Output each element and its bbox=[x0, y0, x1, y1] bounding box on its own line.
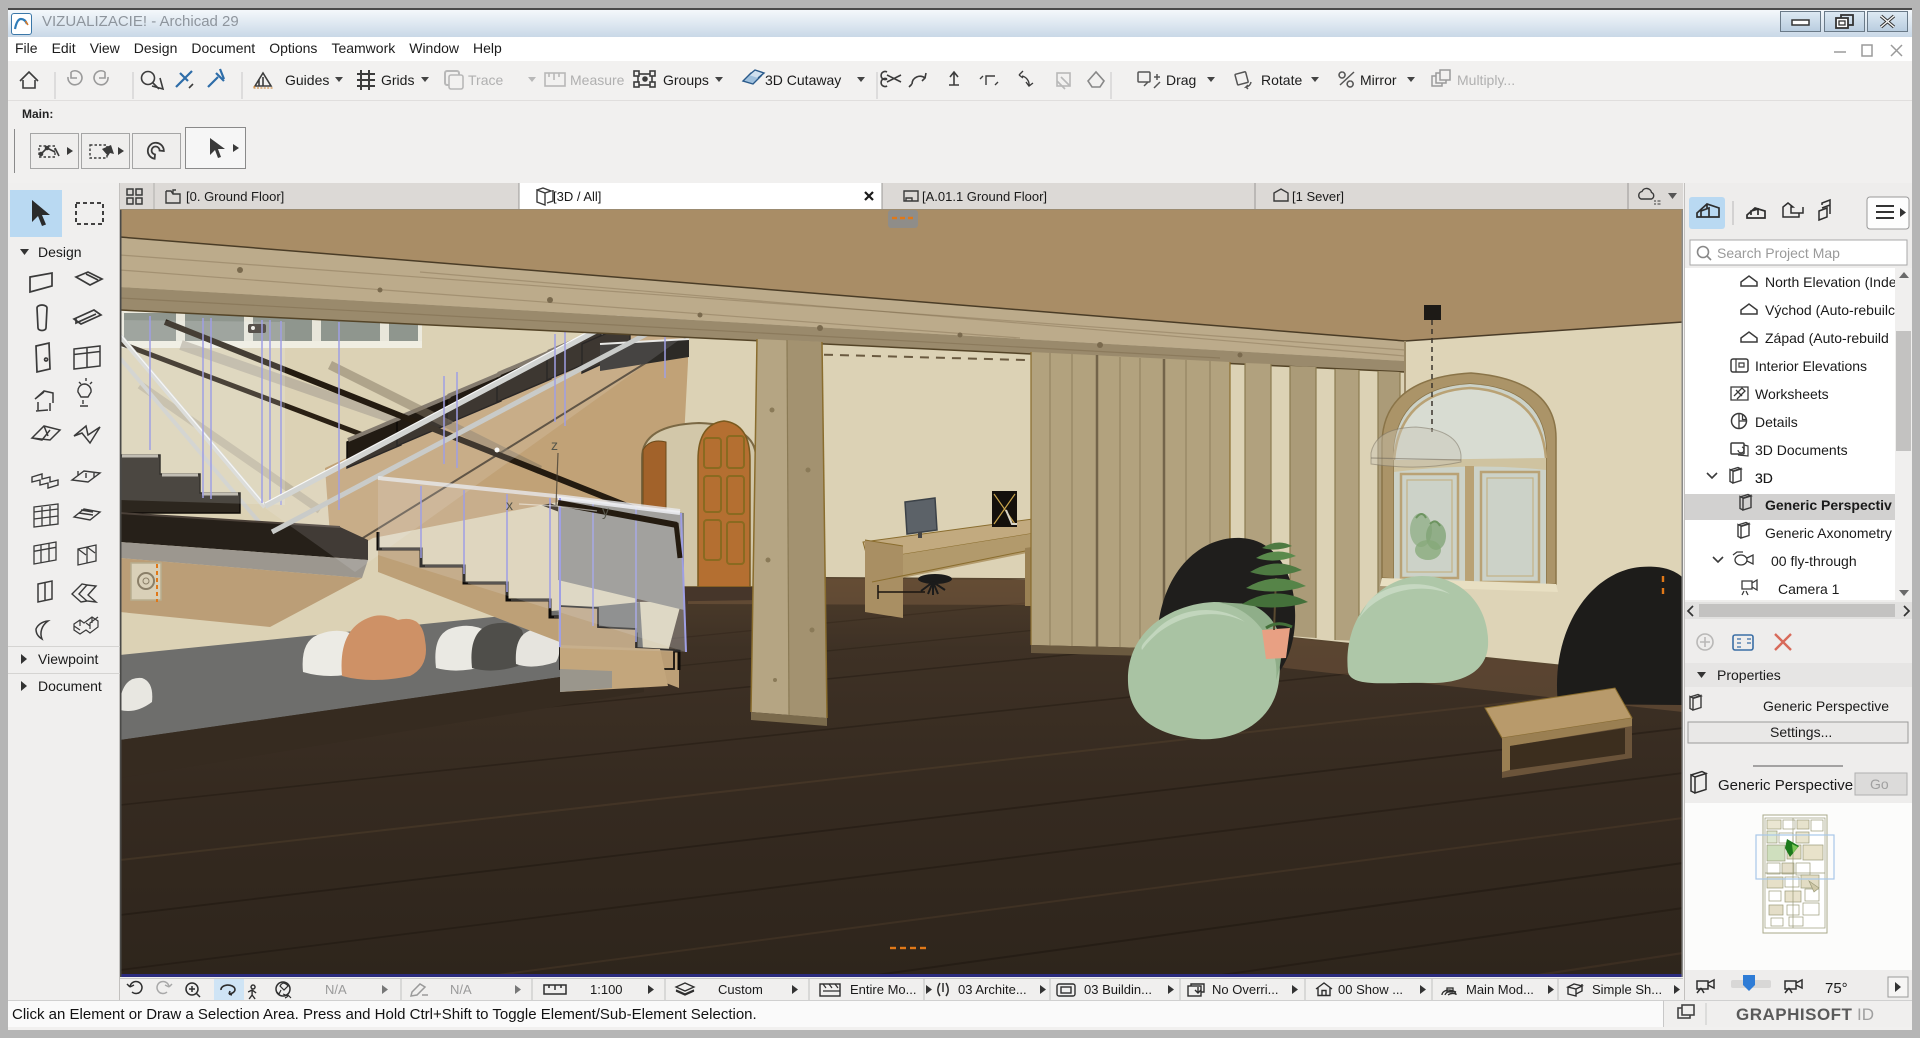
svg-text:Go: Go bbox=[1870, 776, 1889, 792]
svg-text:Generic Axonometry: Generic Axonometry bbox=[1765, 525, 1892, 541]
svg-text:x: x bbox=[506, 497, 513, 513]
svg-text:Document: Document bbox=[38, 678, 102, 694]
svg-text:Search Project Map: Search Project Map bbox=[1717, 245, 1840, 261]
svg-text:Main Mod...: Main Mod... bbox=[1466, 982, 1534, 997]
svg-text:03 Archite...: 03 Archite... bbox=[958, 982, 1027, 997]
svg-text:Interior Elevations: Interior Elevations bbox=[1755, 358, 1867, 374]
svg-text:Drag: Drag bbox=[1166, 72, 1196, 88]
svg-text:Custom: Custom bbox=[718, 982, 763, 997]
svg-text:Design: Design bbox=[38, 244, 82, 260]
svg-text:Viewpoint: Viewpoint bbox=[38, 651, 99, 667]
svg-text:Entire Mo...: Entire Mo... bbox=[850, 982, 916, 997]
svg-text:Západ (Auto-rebuild: Západ (Auto-rebuild bbox=[1765, 330, 1889, 346]
svg-text:00 fly-through: 00 fly-through bbox=[1771, 553, 1857, 569]
svg-text:3D Cutaway: 3D Cutaway bbox=[765, 72, 841, 88]
svg-text:Generic Perspective: Generic Perspective bbox=[1763, 698, 1889, 714]
svg-text:GRAPHISOFT: GRAPHISOFT bbox=[1736, 1005, 1853, 1024]
svg-text:Mirror: Mirror bbox=[1360, 72, 1397, 88]
svg-text:Groups: Groups bbox=[663, 72, 709, 88]
svg-text:Východ (Auto-rebuilc: Východ (Auto-rebuilc bbox=[1765, 302, 1895, 318]
svg-text:Grids: Grids bbox=[381, 72, 414, 88]
svg-text:Measure: Measure bbox=[570, 72, 625, 88]
svg-text:[A.01.1 Ground Floor]: [A.01.1 Ground Floor] bbox=[922, 189, 1047, 204]
svg-text:N/A: N/A bbox=[325, 982, 347, 997]
svg-text:Multiply...: Multiply... bbox=[1457, 72, 1515, 88]
svg-text:03 Buildin...: 03 Buildin... bbox=[1084, 982, 1152, 997]
svg-text:00 Show ...: 00 Show ... bbox=[1338, 982, 1403, 997]
svg-text:[0. Ground Floor]: [0. Ground Floor] bbox=[186, 189, 284, 204]
svg-text:Simple Sh...: Simple Sh... bbox=[1592, 982, 1662, 997]
svg-text:3D: 3D bbox=[1755, 470, 1773, 486]
svg-text:y: y bbox=[602, 503, 609, 519]
svg-text:ID: ID bbox=[1857, 1005, 1874, 1024]
svg-text:z: z bbox=[551, 437, 558, 453]
svg-text:Properties: Properties bbox=[1717, 667, 1781, 683]
svg-text:Generic Perspective: Generic Perspective bbox=[1718, 777, 1853, 794]
svg-text:1:100: 1:100 bbox=[590, 982, 623, 997]
svg-text:Settings...: Settings... bbox=[1770, 724, 1832, 740]
svg-text:Guides: Guides bbox=[285, 72, 329, 88]
svg-text:Trace: Trace bbox=[468, 72, 503, 88]
svg-text:No Overri...: No Overri... bbox=[1212, 982, 1278, 997]
svg-text:Generic Perspectiv: Generic Perspectiv bbox=[1765, 497, 1892, 513]
svg-text:Camera 1: Camera 1 bbox=[1778, 581, 1840, 597]
svg-text:Details: Details bbox=[1755, 414, 1798, 430]
svg-text:[3D / All]: [3D / All] bbox=[553, 189, 601, 204]
svg-text:Worksheets: Worksheets bbox=[1755, 386, 1829, 402]
svg-text:Rotate: Rotate bbox=[1261, 72, 1302, 88]
svg-text:75°: 75° bbox=[1825, 980, 1848, 997]
svg-text:[1 Sever]: [1 Sever] bbox=[1292, 189, 1344, 204]
svg-text:3D Documents: 3D Documents bbox=[1755, 442, 1848, 458]
svg-text:N/A: N/A bbox=[450, 982, 472, 997]
svg-text:North Elevation (Inde: North Elevation (Inde bbox=[1765, 274, 1897, 290]
